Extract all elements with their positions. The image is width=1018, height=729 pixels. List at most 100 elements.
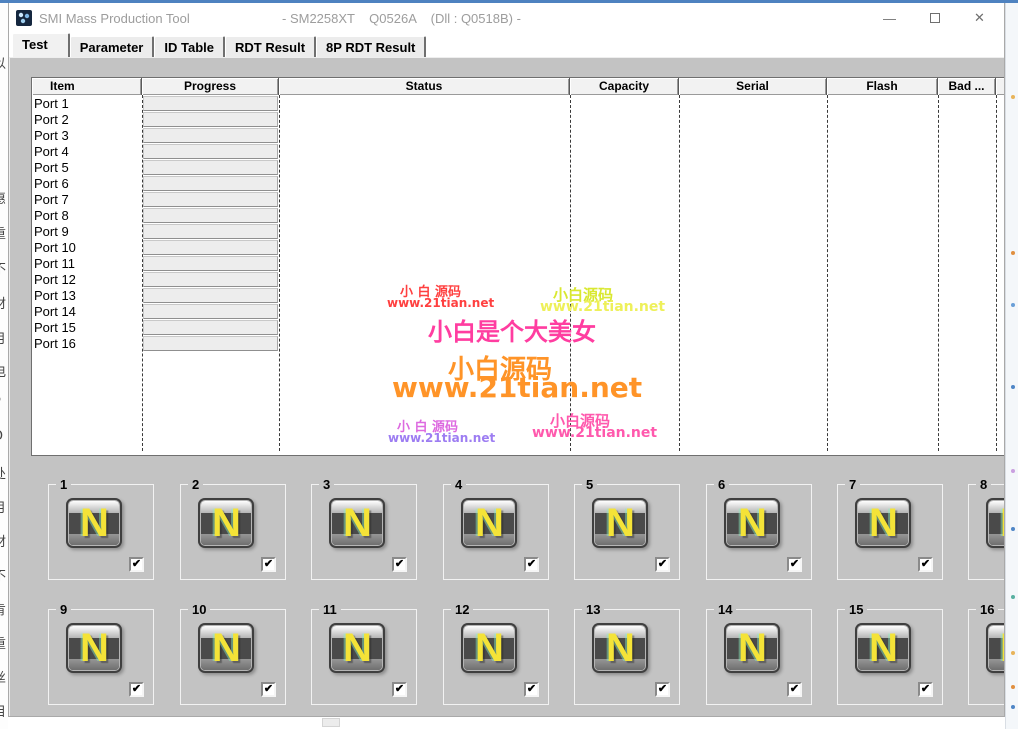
- port-panel-number: 14: [714, 602, 736, 617]
- background-dot: [1011, 651, 1015, 655]
- port-status-icon: N: [855, 623, 911, 673]
- port-panel: 14 N ✔: [706, 609, 812, 705]
- port-panel-number: 9: [56, 602, 71, 617]
- port-enable-checkbox[interactable]: ✔: [392, 682, 407, 697]
- window-controls: — ✕: [867, 3, 1002, 33]
- background-fragment: [322, 718, 340, 727]
- tab-bar: Test Parameter ID Table RDT Result 8P RD…: [9, 33, 1004, 57]
- port-panel-number: 5: [582, 477, 597, 492]
- port-enable-checkbox[interactable]: ✔: [918, 682, 933, 697]
- port-panel-number: 12: [451, 602, 473, 617]
- maximize-icon: [930, 13, 940, 23]
- port-enable-checkbox[interactable]: ✔: [392, 557, 407, 572]
- port-panel: 13 N ✔: [574, 609, 680, 705]
- n-letter: N: [1000, 624, 1005, 672]
- port-status-icon: N: [592, 498, 648, 548]
- port-status-icon: N: [198, 623, 254, 673]
- n-letter: N: [80, 624, 122, 672]
- tab[interactable]: Test: [12, 33, 70, 57]
- port-enable-checkbox[interactable]: ✔: [524, 682, 539, 697]
- tab[interactable]: ID Table: [154, 36, 225, 57]
- background-text-fragment: P: [0, 395, 1, 410]
- background-text-fragment: 不: [0, 258, 6, 277]
- port-status-icon: N: [461, 623, 517, 673]
- port-panel: 9 N ✔: [48, 609, 154, 705]
- port-enable-checkbox[interactable]: ✔: [655, 682, 670, 697]
- background-text-fragment: 目: [0, 701, 6, 720]
- maximize-button[interactable]: [912, 3, 957, 33]
- n-letter: N: [343, 499, 385, 547]
- background-dot: [1011, 595, 1015, 599]
- port-enable-checkbox[interactable]: ✔: [918, 557, 933, 572]
- background-text-fragment: 以: [0, 53, 6, 72]
- app-icon: [16, 10, 32, 26]
- port-panel-number: 13: [582, 602, 604, 617]
- background-text-fragment: 丝: [0, 667, 6, 686]
- port-panel-number: 15: [845, 602, 867, 617]
- port-panel: 5 N ✔: [574, 484, 680, 580]
- port-panel: 8 N ✔: [968, 484, 1005, 580]
- port-panel-number: 6: [714, 477, 729, 492]
- background-window-left-strip: 2 以 惠 重 不 材 月 电 P D 处 月 材 不 肯 重 丝 目: [0, 3, 8, 729]
- port-status-icon: N: [986, 498, 1005, 548]
- port-status-icon: N: [66, 498, 122, 548]
- port-panel: 11 N ✔: [311, 609, 417, 705]
- app-window: SMI Mass Production Tool - SM2258XT Q052…: [8, 3, 1005, 717]
- tab[interactable]: 8P RDT Result: [316, 36, 426, 57]
- port-status-icon: N: [329, 498, 385, 548]
- port-enable-checkbox[interactable]: ✔: [787, 557, 802, 572]
- port-status-icon: N: [592, 623, 648, 673]
- background-text-fragment: 月: [0, 497, 6, 516]
- background-dot: [1011, 469, 1015, 473]
- window-subtitle: - SM2258XT Q0526A (Dll : Q0518B) -: [282, 11, 521, 26]
- close-button[interactable]: ✕: [957, 3, 1002, 33]
- port-status-icon: N: [329, 623, 385, 673]
- n-letter: N: [212, 499, 254, 547]
- window-title: SMI Mass Production Tool: [39, 11, 190, 26]
- port-panel-number: 16: [976, 602, 998, 617]
- port-enable-checkbox[interactable]: ✔: [129, 557, 144, 572]
- port-status-icon: N: [66, 623, 122, 673]
- port-enable-checkbox[interactable]: ✔: [261, 557, 276, 572]
- minimize-button[interactable]: —: [867, 3, 912, 33]
- background-text-fragment: 电: [0, 361, 6, 380]
- port-enable-checkbox[interactable]: ✔: [129, 682, 144, 697]
- background-dot: [1011, 705, 1015, 709]
- port-status-icon: N: [724, 623, 780, 673]
- port-panel: 16 N ✔: [968, 609, 1005, 705]
- port-panels-grid: 1 N ✔ 2 N ✔ 3 N ✔ 4: [10, 58, 1005, 717]
- background-dot: [1011, 303, 1015, 307]
- background-dot: [1011, 385, 1015, 389]
- port-status-icon: N: [855, 498, 911, 548]
- title-bar: SMI Mass Production Tool - SM2258XT Q052…: [9, 3, 1004, 33]
- port-enable-checkbox[interactable]: ✔: [787, 682, 802, 697]
- background-text-fragment: 材: [0, 293, 6, 312]
- port-panel-number: 7: [845, 477, 860, 492]
- port-panel-number: 1: [56, 477, 71, 492]
- port-panel: 3 N ✔: [311, 484, 417, 580]
- port-panel: 1 N ✔: [48, 484, 154, 580]
- port-panel: 15 N ✔: [837, 609, 943, 705]
- tab[interactable]: Parameter: [70, 36, 155, 57]
- port-enable-checkbox[interactable]: ✔: [655, 557, 670, 572]
- port-panel-number: 8: [976, 477, 991, 492]
- n-letter: N: [606, 624, 648, 672]
- port-panel-number: 2: [188, 477, 203, 492]
- port-enable-checkbox[interactable]: ✔: [524, 557, 539, 572]
- background-text-fragment: 处: [0, 463, 6, 482]
- test-tab-content: Item Progress Status Capacity Serial Fla…: [9, 57, 1005, 717]
- port-panel: 7 N ✔: [837, 484, 943, 580]
- background-right-strip: [1005, 3, 1018, 729]
- background-dot: [1011, 527, 1015, 531]
- background-text-fragment: 材: [0, 531, 6, 550]
- n-letter: N: [212, 624, 254, 672]
- port-panel-number: 4: [451, 477, 466, 492]
- port-panel-number: 10: [188, 602, 210, 617]
- port-panel-number: 11: [319, 602, 341, 617]
- port-panel-number: 3: [319, 477, 334, 492]
- port-enable-checkbox[interactable]: ✔: [261, 682, 276, 697]
- n-letter: N: [1000, 499, 1005, 547]
- n-letter: N: [80, 499, 122, 547]
- n-letter: N: [738, 624, 780, 672]
- tab[interactable]: RDT Result: [225, 36, 316, 57]
